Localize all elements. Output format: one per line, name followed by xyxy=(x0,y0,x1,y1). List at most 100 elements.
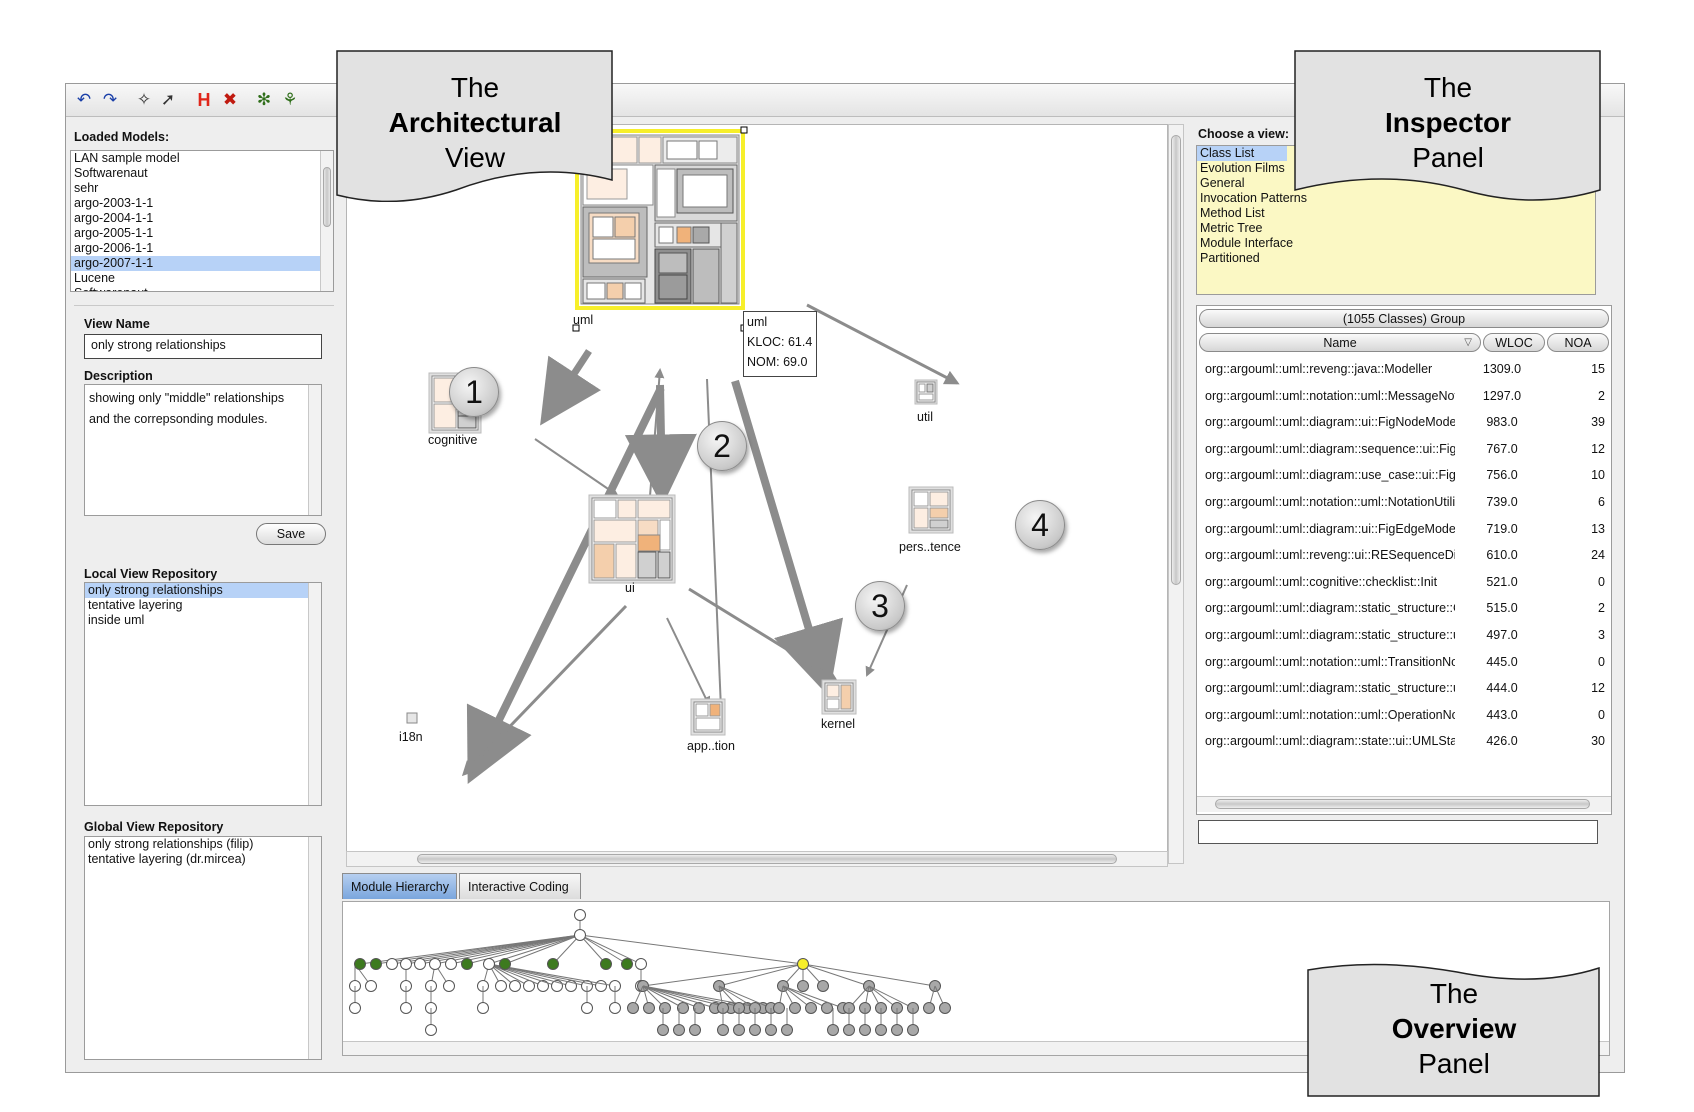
tree-node[interactable] xyxy=(805,1002,817,1014)
tree-node[interactable] xyxy=(817,980,829,992)
edge-uml-util[interactable] xyxy=(806,303,960,385)
tree-node[interactable] xyxy=(749,1024,761,1036)
loaded-model-item[interactable]: argo-2004-1-1 xyxy=(71,211,333,226)
table-row[interactable]: org::argouml::uml::reveng::ui::RESequenc… xyxy=(1197,541,1611,570)
tree-node[interactable] xyxy=(365,980,377,992)
loaded-model-item[interactable]: Softwarenaut xyxy=(71,166,333,181)
tree-node[interactable] xyxy=(400,958,412,970)
global-view-item[interactable]: tentative layering (dr.mircea) xyxy=(85,852,321,867)
edge-uml-kernel[interactable] xyxy=(731,379,844,697)
tree-node[interactable] xyxy=(386,958,398,970)
table-row[interactable]: org::argouml::uml::diagram::sequence::ui… xyxy=(1197,435,1611,464)
loaded-model-item[interactable]: argo-2003-1-1 xyxy=(71,196,333,211)
tree-node[interactable] xyxy=(461,958,473,970)
tree-node[interactable] xyxy=(483,958,495,970)
ui-module-treemap[interactable] xyxy=(588,494,676,584)
column-wloc[interactable]: WLOC xyxy=(1483,333,1545,352)
table-row[interactable]: org::argouml::uml::notation::uml::Notati… xyxy=(1197,488,1611,517)
tree-node[interactable] xyxy=(659,1002,671,1014)
table-row[interactable]: org::argouml::uml::diagram::state::ui::U… xyxy=(1197,727,1611,756)
tree-node[interactable] xyxy=(509,980,521,992)
local-view-item[interactable]: tentative layering xyxy=(85,598,321,613)
tree-node[interactable] xyxy=(414,958,426,970)
tree-node[interactable] xyxy=(773,1002,785,1014)
view-option[interactable]: Method List xyxy=(1197,206,1595,221)
table-row[interactable]: org::argouml::uml::diagram::static_struc… xyxy=(1197,594,1611,623)
table-row[interactable]: org::argouml::uml::notation::uml::Messag… xyxy=(1197,382,1611,411)
edge-uml-cognitive[interactable] xyxy=(540,349,601,426)
tree-node[interactable] xyxy=(499,958,511,970)
tree-node[interactable] xyxy=(429,958,441,970)
group-header[interactable]: (1055 Classes) Group xyxy=(1199,309,1609,328)
table-row[interactable]: org::argouml::uml::reveng::java::Modelle… xyxy=(1197,355,1611,384)
tree-node[interactable] xyxy=(547,958,559,970)
loaded-model-item[interactable]: argo-2006-1-1 xyxy=(71,241,333,256)
tree-node[interactable] xyxy=(600,958,612,970)
application-module-treemap[interactable] xyxy=(690,698,726,736)
util-module-treemap[interactable] xyxy=(914,379,938,405)
redo-icon[interactable]: ↷ xyxy=(98,88,122,112)
tree-icon[interactable]: ⚘ xyxy=(278,88,302,112)
tree-node[interactable] xyxy=(574,929,586,941)
tree-node[interactable] xyxy=(891,1024,903,1036)
tree-node[interactable] xyxy=(445,958,457,970)
lasso-icon[interactable]: ✧ xyxy=(132,88,156,112)
architectural-view-canvas[interactable]: uml cognitive ui util pers..tence i18n a… xyxy=(346,124,1168,864)
tree-node[interactable] xyxy=(495,980,507,992)
save-button[interactable]: Save xyxy=(256,523,326,545)
tree-node[interactable] xyxy=(595,980,607,992)
global-repo-scrollbar[interactable] xyxy=(308,837,321,1059)
loaded-model-item[interactable]: LAN sample model xyxy=(71,151,333,166)
global-repo-list[interactable]: only strong relationships (filip) tentati… xyxy=(84,836,322,1060)
tree-node[interactable] xyxy=(425,1024,437,1036)
local-view-item[interactable]: only strong relationships xyxy=(85,583,321,598)
persistence-module-treemap[interactable] xyxy=(908,486,954,534)
edge-uml-ui[interactable] xyxy=(624,384,697,507)
tree-node[interactable] xyxy=(609,1002,621,1014)
tree-node[interactable] xyxy=(907,1024,919,1036)
tree-node[interactable] xyxy=(581,1002,593,1014)
class-filter-input[interactable] xyxy=(1198,820,1598,844)
tree-node[interactable] xyxy=(733,1024,745,1036)
edge-ui-application[interactable] xyxy=(666,617,711,707)
loaded-model-item[interactable]: Lucene xyxy=(71,271,333,286)
hide-icon[interactable]: H xyxy=(192,88,216,112)
i18n-module-treemap[interactable] xyxy=(406,712,418,724)
view-option[interactable]: Class List xyxy=(1197,146,1287,161)
tab-module-hierarchy[interactable]: Module Hierarchy xyxy=(342,873,457,899)
local-repo-list[interactable]: only strong relationships tentative layer… xyxy=(84,582,322,806)
kernel-module-treemap[interactable] xyxy=(821,679,857,715)
loaded-model-item[interactable]: argo-2005-1-1 xyxy=(71,226,333,241)
tree-node[interactable] xyxy=(574,909,586,921)
arch-view-vertical-scrollbar[interactable] xyxy=(1168,124,1184,864)
local-view-item[interactable]: inside uml xyxy=(85,613,321,628)
tree-node[interactable] xyxy=(627,1002,639,1014)
tree-node[interactable] xyxy=(673,1024,685,1036)
column-name[interactable]: Name ▽ xyxy=(1199,333,1481,352)
table-row[interactable]: org::argouml::uml::cognitive::checklist:… xyxy=(1197,568,1611,597)
tab-interactive-coding[interactable]: Interactive Coding xyxy=(459,873,581,899)
tree-node[interactable] xyxy=(821,1002,833,1014)
view-option[interactable]: Module Interface xyxy=(1197,236,1595,251)
arch-hscroll-thumb[interactable] xyxy=(417,854,1117,864)
tree-node[interactable] xyxy=(643,1002,655,1014)
tree-node[interactable] xyxy=(657,1024,669,1036)
edge-cognitive-ui[interactable] xyxy=(534,438,619,497)
loaded-models-list[interactable]: LAN sample model Softwarenaut sehr argo-200… xyxy=(70,150,334,292)
tree-node[interactable] xyxy=(789,1002,801,1014)
table-row[interactable]: org::argouml::uml::notation::uml::Operat… xyxy=(1197,701,1611,730)
tree-node[interactable] xyxy=(400,1002,412,1014)
tree-node[interactable] xyxy=(859,1024,871,1036)
arch-view-horizontal-scrollbar[interactable] xyxy=(346,851,1168,867)
tree-node[interactable] xyxy=(443,980,455,992)
view-name-field[interactable]: only strong relationships xyxy=(84,334,322,359)
table-row[interactable]: org::argouml::uml::diagram::use_case::ui… xyxy=(1197,461,1611,490)
class-list-table[interactable]: (1055 Classes) Group Name ▽ WLOC NOA org… xyxy=(1196,305,1612,815)
description-field[interactable]: showing only "middle" relationships and … xyxy=(84,384,322,516)
global-view-item[interactable]: only strong relationships (filip) xyxy=(85,837,321,852)
tree-node[interactable] xyxy=(635,958,647,970)
arch-vscroll-thumb[interactable] xyxy=(1171,135,1181,585)
tree-node[interactable] xyxy=(875,1024,887,1036)
tree-node[interactable] xyxy=(923,1002,935,1014)
table-row[interactable]: org::argouml::uml::diagram::ui::FigEdgeM… xyxy=(1197,515,1611,544)
